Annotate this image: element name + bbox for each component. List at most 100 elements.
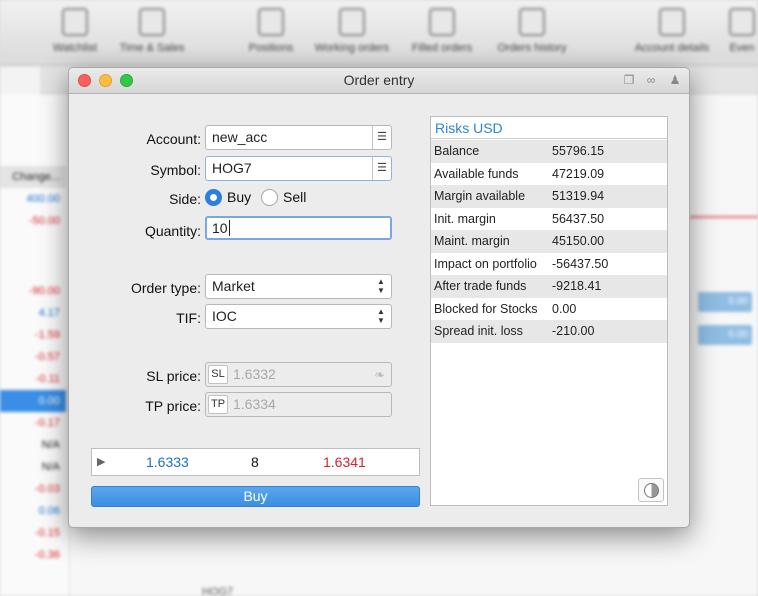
- toolbar-account-details[interactable]: Account details: [624, 8, 720, 54]
- chart-panel: [690, 94, 758, 596]
- side-sell-radio[interactable]: [261, 189, 278, 206]
- risks-panel: Risks USD Balance 55796.15 Available funds…: [430, 116, 668, 506]
- ask-price[interactable]: 1.6341: [323, 454, 366, 470]
- change-cell: -0.11: [35, 373, 60, 385]
- link-icon[interactable]: ∞: [644, 73, 658, 87]
- risk-label: Impact on portfolio: [434, 256, 537, 271]
- toolbar-time-sales[interactable]: Time & Sales: [112, 8, 192, 54]
- side-buy-radio[interactable]: [205, 189, 222, 206]
- order-entry-dialog: Order entry ❐ ∞ ♟ Account: new_acc ☰ Sym…: [68, 67, 690, 528]
- quantity-value: 10: [212, 220, 228, 236]
- sl-price-input[interactable]: SL 1.6332 ❧: [205, 362, 392, 387]
- order-type-value: Market: [212, 278, 255, 294]
- risk-value: 45150.00: [552, 234, 605, 248]
- side-sell-label[interactable]: Sell: [283, 189, 306, 205]
- quote-bar: ▶ 1.6333 8 1.6341: [91, 448, 420, 476]
- toolbar-positions[interactable]: Positions: [240, 8, 302, 54]
- risk-row: Available funds 47219.09: [431, 163, 667, 186]
- symbol-value: HOG7: [212, 160, 252, 176]
- change-cell: 4.17: [38, 307, 60, 319]
- change-cell: 400.00: [26, 193, 60, 205]
- title-bar[interactable]: Order entry ❐ ∞ ♟: [69, 68, 689, 94]
- tp-price-input[interactable]: TP 1.6334: [205, 392, 392, 417]
- contrast-icon: [644, 483, 659, 498]
- list-icon[interactable]: ☰: [372, 157, 391, 180]
- main-toolbar: Watchlist Time & Sales Positions Working…: [0, 0, 758, 66]
- risk-value: 51319.94: [552, 189, 605, 203]
- order-type-select[interactable]: Market ▲ ▼: [205, 274, 392, 299]
- watchlist-icon: [62, 8, 88, 36]
- tif-select[interactable]: IOC ▲ ▼: [205, 304, 392, 329]
- risk-value: 47219.09: [552, 166, 605, 181]
- tp-prefix: TP: [208, 395, 228, 414]
- positions-icon: [258, 8, 284, 36]
- sl-prefix: SL: [208, 365, 228, 384]
- change-cell: -50.00: [28, 215, 60, 227]
- list-icon[interactable]: ☰: [372, 126, 391, 149]
- risk-row: Balance 55796.15: [431, 140, 667, 163]
- tp-price-value: 1.6334: [233, 396, 276, 412]
- change-cell: N/A: [41, 461, 60, 473]
- events-icon: [729, 8, 755, 36]
- quote-size: 8: [251, 454, 259, 470]
- orders-history-icon: [519, 8, 545, 36]
- contrast-button[interactable]: [638, 478, 664, 502]
- risk-label: Blocked for Stocks: [434, 301, 538, 316]
- change-cell: N/A: [41, 439, 60, 451]
- risk-row: Margin available 51319.94: [431, 185, 667, 208]
- watchlist-change-column: Change... 400.00 -50.00 -90.00 4.17 -1.5…: [0, 94, 70, 596]
- tif-label: TIF:: [176, 310, 201, 326]
- change-cell: 0.06: [38, 505, 60, 517]
- bid-price[interactable]: 1.6333: [146, 454, 189, 470]
- cart-icon: [339, 8, 365, 36]
- risk-row: Impact on portfolio -56437.50: [431, 253, 667, 276]
- column-header: Change...: [0, 166, 66, 188]
- account-field[interactable]: new_acc ☰: [205, 125, 392, 150]
- hook-icon[interactable]: ❧: [374, 363, 385, 386]
- risk-value: 56437.50: [552, 211, 605, 226]
- side-buy-label[interactable]: Buy: [227, 189, 251, 205]
- risk-row: Init. margin 56437.50: [431, 208, 667, 231]
- symbol-field[interactable]: HOG7 ☰: [205, 156, 392, 181]
- toolbar-orders-history[interactable]: Orders history: [488, 8, 576, 54]
- symbol-label: Symbol:: [150, 162, 201, 178]
- price-badge: 0.00: [698, 325, 752, 345]
- text-cursor: [228, 220, 230, 236]
- change-cell-selected: 0.00: [0, 390, 66, 412]
- copy-window-icon[interactable]: ❐: [622, 73, 636, 87]
- price-badge: 0.00: [698, 292, 752, 312]
- window-title: Order entry: [343, 72, 415, 88]
- account-value: new_acc: [212, 129, 268, 145]
- tif-value: IOC: [212, 308, 237, 324]
- time-sales-icon: [139, 8, 165, 36]
- buy-button[interactable]: Buy: [91, 486, 420, 507]
- quantity-label: Quantity:: [144, 223, 201, 239]
- risk-value: 55796.15: [552, 144, 605, 158]
- risk-label: Init. margin: [434, 211, 496, 226]
- toolbar-filled-orders[interactable]: Filled orders: [400, 8, 484, 54]
- risk-row: Maint. margin 45150.00: [431, 230, 667, 253]
- risk-label: After trade funds: [434, 279, 527, 293]
- toolbar-working-orders[interactable]: Working orders: [306, 8, 398, 54]
- sl-price-value: 1.6332: [233, 366, 276, 382]
- expand-arrow-icon[interactable]: ▶: [97, 455, 105, 468]
- risks-title: Risks USD: [431, 117, 667, 139]
- up-down-chevron-icon: ▲ ▼: [377, 307, 385, 325]
- risk-row: Blocked for Stocks 0.00: [431, 298, 667, 321]
- price-line: [690, 216, 758, 218]
- risk-label: Maint. margin: [434, 234, 510, 248]
- toolbar-watchlist[interactable]: Watchlist: [50, 8, 100, 54]
- change-cell: -0.15: [34, 527, 60, 539]
- risk-label: Balance: [434, 144, 480, 158]
- risk-label: Available funds: [434, 166, 519, 181]
- risk-row: After trade funds -9218.41: [431, 275, 667, 298]
- risk-label: Margin available: [434, 189, 526, 203]
- risk-row: Spread init. loss -210.00: [431, 320, 667, 343]
- toolbar-events[interactable]: Even: [726, 8, 758, 54]
- risk-value: -210.00: [552, 324, 595, 338]
- account-details-icon: [659, 8, 685, 36]
- user-icon[interactable]: ♟: [668, 73, 682, 87]
- change-cell: -0.03: [34, 483, 60, 495]
- risk-label: Spread init. loss: [434, 324, 523, 338]
- quantity-input[interactable]: 10: [205, 216, 392, 240]
